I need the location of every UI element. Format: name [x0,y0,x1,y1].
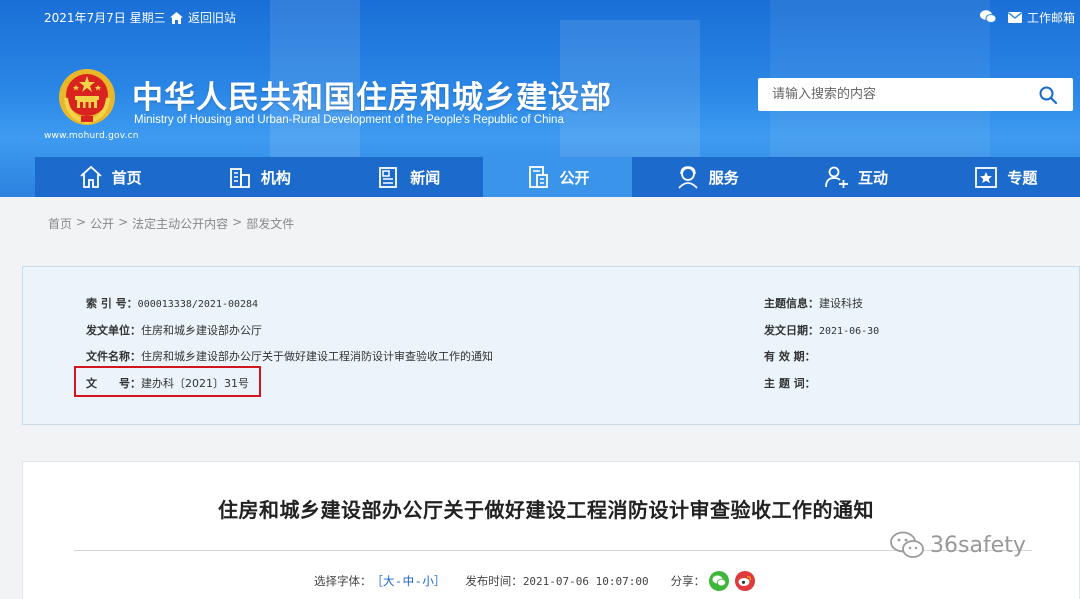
nav-label: 首页 [111,168,142,187]
meta-issue-date-value: 2021-06-30 [819,326,880,337]
meta-unit: 发文单位：住房和城乡建设部办公厅 [86,322,262,338]
font-size-label: 选择字体： [314,574,372,588]
nav-label: 新闻 [410,168,441,187]
nav-item-interact[interactable]: 互动 [781,157,930,197]
meta-keywords: 主 题 词： [764,375,816,391]
breadcrumb-separator: > [118,215,129,229]
ministry-title-cn: 中华人民共和国住房和城乡建设部 [132,80,612,116]
share-weibo-icon[interactable] [735,571,756,591]
font-bracket-close: ］ [433,574,446,588]
font-size-medium[interactable]: 中 [403,573,415,589]
site-url: www.mohurd.gov.cn [44,131,139,141]
top-bar: 2021年7月7日 星期三 返回旧站 工作邮箱 [0,0,1080,32]
mail-icon [1008,12,1022,23]
search-input[interactable] [758,78,1028,111]
nav-label: 机构 [260,168,291,187]
meta-issue-date-label: 发文日期： [764,324,819,337]
home-icon [170,11,183,24]
font-size-large[interactable]: 大 [383,573,395,589]
meta-index-label: 索 引 号： [86,297,138,310]
meta-filename-label: 文件名称： [86,350,141,363]
building-icon [230,168,250,188]
breadcrumb-separator: > [232,215,243,229]
meta-filename: 文件名称：住房和城乡建设部办公厅关于做好建设工程消防设计审查验收工作的通知 [86,348,493,364]
meta-index-value: 000013338/2021-00284 [137,299,259,310]
watermark-text: 36safety [930,532,1026,558]
work-mail-link[interactable]: 工作邮箱 [1008,9,1075,26]
old-site-link[interactable]: 返回旧站 [170,9,236,26]
current-date: 2021年7月7日 星期三 [44,11,166,25]
nav-item-news[interactable]: 新闻 [334,157,483,197]
article-title: 住房和城乡建设部办公厅关于做好建设工程消防设计审查验收工作的通知 [218,498,874,522]
main-nav: 首页 机构 新闻 公开 服务 互动 专题 [35,157,1080,197]
breadcrumb-public[interactable]: 公开 [90,215,114,232]
breadcrumb-statutory[interactable]: 法定主动公开内容 [132,215,228,232]
search-icon[interactable] [1039,86,1057,104]
share-wechat-icon[interactable] [709,571,730,591]
publish-time-value: 2021-07-06 10:07:00 [522,574,649,588]
old-site-label: 返回旧站 [188,11,237,25]
nav-item-topics[interactable]: 专题 [931,157,1080,197]
document-meta-box [22,266,1080,425]
font-separator: - [416,574,421,588]
publish-time-label: 发布时间： [465,574,523,588]
breadcrumb-separator: > [76,215,87,229]
meta-topic-value: 建设科技 [819,297,863,310]
article-info-bar: 选择字体： ［ 大 - 中 - 小 ］ 发布时间： 2021-07-06 10:… [314,571,756,591]
nav-label: 专题 [1007,168,1038,187]
star-icon [975,167,998,188]
meta-filename-value: 住房和城乡建设部办公厅关于做好建设工程消防设计审查验收工作的通知 [141,350,493,363]
meta-topic: 主题信息：建设科技 [764,295,863,311]
doc-number-highlight-box [74,366,261,397]
site-header: 2021年7月7日 星期三 返回旧站 工作邮箱 www.mohurd.gov.c… [0,0,1080,197]
meta-unit-label: 发文单位： [86,324,141,337]
ministry-title-en: Ministry of Housing and Urban-Rural Deve… [134,114,564,126]
service-person-icon [678,166,698,189]
work-mail-label: 工作邮箱 [1027,11,1076,25]
font-size-small[interactable]: 小 [422,573,434,589]
meta-validity-label: 有 效 期： [764,350,816,363]
breadcrumb-home[interactable]: 首页 [48,215,72,232]
newspaper-icon [379,167,398,188]
nav-label: 公开 [559,168,590,187]
breadcrumb: 首页 > 公开 > 法定主动公开内容 > 部发文件 [48,215,294,232]
nav-label: 服务 [708,168,739,187]
breadcrumb-ministry-docs[interactable]: 部发文件 [246,215,294,232]
people-icon [825,166,849,188]
share-label: 分享： [670,574,706,588]
wechat-icon[interactable] [980,10,997,26]
meta-index: 索 引 号：000013338/2021-00284 [86,295,258,311]
nav-item-public[interactable]: 公开 [482,157,633,197]
meta-unit-value: 住房和城乡建设部办公厅 [141,324,262,337]
nav-label: 互动 [858,168,889,187]
meta-topic-label: 主题信息： [764,297,819,310]
title-divider [74,550,1032,551]
home-icon [80,165,102,188]
font-separator: - [396,574,401,588]
document-icon [529,166,549,188]
meta-issue-date: 发文日期：2021-06-30 [764,322,879,338]
meta-keywords-label: 主 题 词： [764,377,816,390]
watermark: 36safety [890,531,1026,559]
national-emblem-logo [59,69,115,125]
nav-item-organization[interactable]: 机构 [184,157,333,197]
meta-validity: 有 效 期： [764,348,816,364]
nav-item-home[interactable]: 首页 [35,157,184,197]
nav-item-service[interactable]: 服务 [632,157,781,197]
search-box [758,78,1073,111]
wechat-watermark-icon [890,531,924,558]
font-bracket-open: ［ [371,574,384,588]
